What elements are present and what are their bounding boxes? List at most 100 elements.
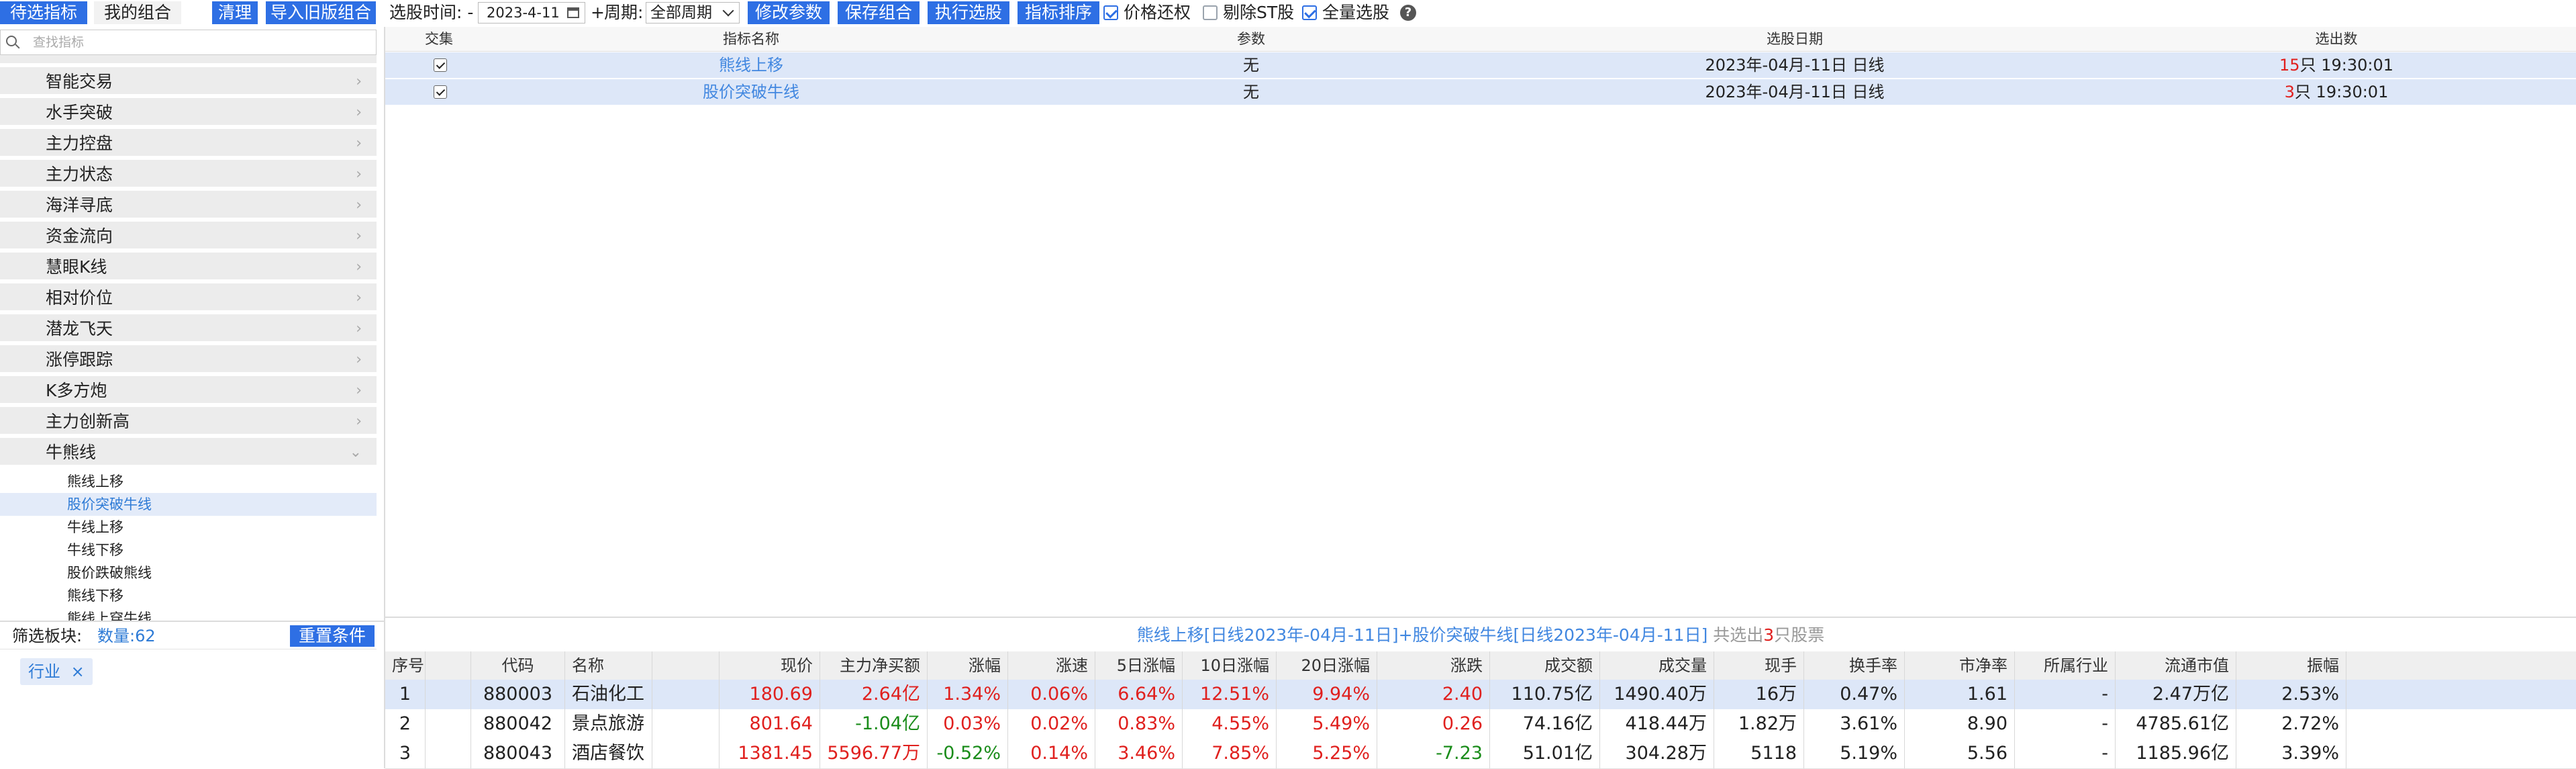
- tab-pending-indicators[interactable]: 待选指标: [0, 1, 87, 24]
- cell-spacer: [426, 739, 471, 768]
- sidebar-subitem[interactable]: 熊线上移: [0, 470, 377, 493]
- industry-tag-label: 行业: [28, 662, 60, 681]
- calendar-icon[interactable]: [567, 7, 579, 18]
- intersection-checkbox[interactable]: [434, 85, 447, 99]
- column-header-mcap[interactable]: 流通市值: [2116, 651, 2236, 680]
- cell-spacer: [652, 709, 720, 739]
- cell-volume: 418.44万: [1600, 709, 1714, 739]
- cell-turnover: 5.19%: [1804, 739, 1905, 768]
- stock-row[interactable]: 1 880003 石油化工 180.69 2.64亿 1.34% 0.06% 6.64% 12.…: [385, 680, 2576, 710]
- column-header-code[interactable]: 代码: [471, 651, 565, 680]
- help-icon[interactable]: ?: [1400, 5, 1416, 21]
- select-time-label: 选股时间: -: [389, 3, 474, 22]
- full-selection-checkbox[interactable]: [1302, 5, 1317, 20]
- sidebar-subitem[interactable]: 牛线下移: [0, 539, 377, 561]
- cell-net: 5596.77万: [820, 739, 928, 768]
- cell-d5: 3.46%: [1095, 739, 1183, 768]
- column-header-d10[interactable]: 10日涨幅: [1183, 651, 1277, 680]
- sidebar-category-label: 主力控盘: [46, 134, 113, 153]
- cell-volume: 304.28万: [1600, 739, 1714, 768]
- sidebar-subitem[interactable]: 牛线上移: [0, 516, 377, 539]
- cell-net: -1.04亿: [820, 709, 928, 739]
- cell-hand: 1.82万: [1714, 709, 1804, 739]
- column-header-net[interactable]: 主力净买额: [820, 651, 928, 680]
- intersection-checkbox[interactable]: [434, 58, 447, 72]
- column-header-amp[interactable]: 振幅: [2236, 651, 2346, 680]
- clear-button[interactable]: 清理: [212, 1, 258, 24]
- modify-params-button[interactable]: 修改参数: [748, 1, 830, 24]
- indicator-name-link[interactable]: 熊线上移: [493, 52, 1009, 78]
- cell-diff: 0.26: [1377, 709, 1490, 739]
- sidebar-category-label: 慧眼K线: [46, 257, 107, 277]
- sidebar-category[interactable]: 潜龙飞天 ›: [0, 314, 377, 343]
- indicator-sort-button[interactable]: 指标排序: [1018, 1, 1099, 24]
- column-header-d20[interactable]: 20日涨幅: [1277, 651, 1377, 680]
- cell-turnover: 3.61%: [1804, 709, 1905, 739]
- column-header-volume[interactable]: 成交量: [1600, 651, 1714, 680]
- column-header-diff[interactable]: 涨跌: [1377, 651, 1490, 680]
- column-header-speed[interactable]: 涨速: [1008, 651, 1095, 680]
- sidebar-category[interactable]: 水手突破 ›: [0, 98, 377, 127]
- sidebar-category[interactable]: 海洋寻底 ›: [0, 191, 377, 220]
- period-select[interactable]: 全部周期: [646, 2, 740, 24]
- price-adjust-checkbox[interactable]: [1103, 5, 1118, 20]
- chevron-right-icon: ›: [356, 135, 362, 152]
- chevron-down-icon: [722, 5, 734, 17]
- save-combo-button[interactable]: 保存组合: [838, 1, 920, 24]
- column-header-chg[interactable]: 涨幅: [928, 651, 1008, 680]
- sidebar-subitem[interactable]: 熊线上穿牛线: [0, 607, 377, 621]
- sidebar-category[interactable]: 智能交易 ›: [0, 67, 377, 96]
- import-old-combo-button[interactable]: 导入旧版组合: [266, 1, 376, 24]
- cell-price: 180.69: [720, 680, 820, 709]
- cell-d5: 0.83%: [1095, 709, 1183, 739]
- search-box[interactable]: 查找指标: [0, 30, 377, 55]
- sidebar-subitem-label: 股价跌破熊线: [67, 565, 152, 581]
- cell-code: 880043: [471, 739, 565, 768]
- date-picker[interactable]: 2023-4-11: [478, 2, 585, 24]
- column-header-pb[interactable]: 市净率: [1905, 651, 2015, 680]
- sidebar-subitem[interactable]: 股价跌破熊线: [0, 561, 377, 584]
- sidebar-category[interactable]: K多方炮 ›: [0, 376, 377, 405]
- cell-speed: 0.06%: [1008, 680, 1095, 709]
- sidebar-category[interactable]: 相对价位 ›: [0, 283, 377, 312]
- cell-d10: 4.55%: [1183, 709, 1277, 739]
- sidebar-category[interactable]: 资金流向 ›: [0, 222, 377, 251]
- sidebar-category[interactable]: 主力状态 ›: [0, 160, 377, 189]
- stock-row[interactable]: 2 880042 景点旅游 801.64 -1.04亿 0.03% 0.02% 0.83% 4.…: [385, 709, 2576, 739]
- column-header-name[interactable]: 名称: [565, 651, 652, 680]
- column-spacer: [426, 651, 471, 680]
- column-header-amount[interactable]: 成交额: [1490, 651, 1600, 680]
- column-header-idx[interactable]: 序号: [385, 651, 426, 680]
- indicator-name-link[interactable]: 股价突破牛线: [493, 79, 1009, 105]
- sidebar-category[interactable]: 涨停跟踪 ›: [0, 345, 377, 374]
- column-header-turnover[interactable]: 换手率: [1804, 651, 1905, 680]
- run-selection-button[interactable]: 执行选股: [928, 1, 1009, 24]
- column-header-d5[interactable]: 5日涨幅: [1095, 651, 1183, 680]
- chevron-right-icon: ›: [356, 351, 362, 368]
- sidebar-category[interactable]: 主力控盘 ›: [0, 129, 377, 158]
- column-header-hand[interactable]: 现手: [1714, 651, 1804, 680]
- exclude-st-checkbox[interactable]: [1203, 5, 1218, 20]
- tab-my-combos[interactable]: 我的组合: [94, 1, 181, 24]
- cell-mcap: 4785.61亿: [2116, 709, 2236, 739]
- sidebar-category[interactable]: 牛熊线 ⌄: [0, 438, 377, 467]
- cell-spacer: [652, 739, 720, 768]
- sidebar-subitem[interactable]: 股价突破牛线: [0, 493, 377, 516]
- indicator-row[interactable]: 熊线上移 无 2023年-04月-11日 日线 15只 19:30:01: [385, 52, 2576, 79]
- column-header-industry[interactable]: 所属行业: [2015, 651, 2116, 680]
- stock-row[interactable]: 3 880043 酒店餐饮 1381.45 5596.77万 -0.52% 0.14% 3.4…: [385, 739, 2576, 769]
- indicator-param: 无: [1243, 56, 1259, 75]
- reset-conditions-button[interactable]: 重置条件: [290, 625, 375, 647]
- cell-industry: -: [2015, 739, 2116, 768]
- close-icon[interactable]: ×: [71, 662, 85, 681]
- column-header-price[interactable]: 现价: [720, 651, 820, 680]
- industry-tag[interactable]: 行业 ×: [20, 658, 93, 685]
- sidebar-category[interactable]: 主力创新高 ›: [0, 407, 377, 436]
- sidebar-category-label: 潜龙飞天: [46, 319, 113, 338]
- cell-diff: 2.40: [1377, 680, 1490, 709]
- sidebar-subitem[interactable]: 熊线下移: [0, 584, 377, 607]
- indicator-row[interactable]: 股价突破牛线 无 2023年-04月-11日 日线 3只 19:30:01: [385, 79, 2576, 106]
- chevron-right-icon: ›: [356, 259, 362, 275]
- chevron-down-icon: ⌄: [349, 444, 362, 461]
- sidebar-category[interactable]: 慧眼K线 ›: [0, 253, 377, 281]
